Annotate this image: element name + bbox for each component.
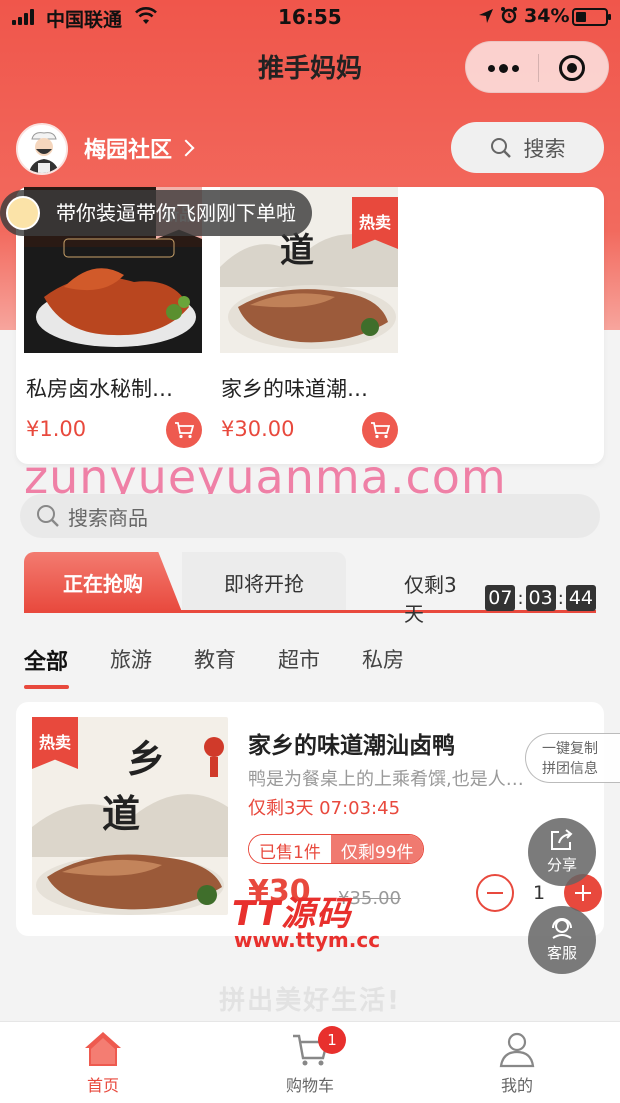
svg-text:道: 道 [102,791,140,836]
tab-ongoing[interactable]: 正在抢购 [24,552,182,612]
share-label: 分享 [546,856,577,874]
countdown: 仅剩3天 07 : 03 : 44 [404,569,596,627]
battery-percent: 34% [524,5,570,27]
quantity-value: 1 [533,882,546,904]
sold-count: 已售1件 [249,835,331,863]
carrier-label: 中国联通 [46,9,123,31]
more-dots-icon[interactable] [488,64,519,73]
category-tabs: 全部 旅游 教育 超市 私房 [24,644,404,676]
tabbar-mine[interactable]: 我的 [457,1030,577,1096]
remaining-count: 仅剩99件 [330,835,424,863]
community-avatar[interactable] [16,123,68,175]
location-arrow-icon [479,9,493,23]
status-bar: 中国联通 16:55 34% [0,0,620,34]
category-travel[interactable]: 旅游 [110,644,152,676]
countdown-separator: : [557,587,564,609]
battery-icon [572,8,611,26]
search-icon [490,137,511,158]
product-name[interactable]: 家乡的味道潮… [221,373,368,403]
countdown-label: 仅剩3天 [404,573,457,626]
community-name: 梅园社区 [84,138,173,163]
category-all[interactable]: 全部 [24,644,68,676]
add-to-cart-button[interactable] [166,412,202,448]
deal-title[interactable]: 家乡的味道潮汕卤鸭 [248,726,455,760]
headset-icon [552,918,572,939]
search-icon [37,505,59,527]
capsule-divider [538,54,539,82]
category-underline [24,685,69,689]
countdown-minutes: 03 [525,585,556,611]
signal-icon [12,9,34,25]
service-label: 客服 [546,944,577,962]
flash-sale-tabs: 即将开抢 正在抢购 仅剩3天 07 : 03 : 44 [24,552,596,626]
buyer-avatar [6,196,40,230]
countdown-hours: 07 [485,585,516,611]
miniprogram-capsule [465,41,609,93]
product-name[interactable]: 私房卤水秘制… [26,373,173,403]
countdown-separator: : [517,587,524,609]
tabbar-home-label: 首页 [86,1076,119,1095]
tabbar-cart-label: 购物车 [285,1076,334,1095]
add-to-cart-button[interactable] [362,412,398,448]
tabbar-mine-label: 我的 [500,1076,533,1095]
cart-icon [371,422,390,439]
user-icon [499,1032,535,1068]
stock-badge: 已售1件 仅剩99件 [248,834,425,864]
home-icon [85,1032,121,1066]
wifi-icon [135,7,157,24]
bottom-tab-bar: 首页 1 购物车 我的 [0,1021,620,1103]
share-button[interactable]: 分享 [528,818,596,886]
slogan: 拼出美好生活! [219,986,401,1016]
countdown-seconds: 44 [565,585,596,611]
svg-text:乡: 乡 [127,736,165,781]
copy-line-2: 拼团信息 [542,761,598,777]
cart-icon [175,422,194,439]
deal-countdown: 仅剩3天 07:03:45 [248,798,401,819]
community-selector[interactable]: 梅园社区 [84,132,195,164]
category-education[interactable]: 教育 [194,644,236,676]
target-circle-icon[interactable] [559,55,585,81]
search-label: 搜索 [523,136,566,161]
tab-upcoming[interactable]: 即将开抢 [182,552,346,612]
toast-text: 带你装逼带你飞刚刚下单啦 [56,201,296,225]
copy-line-1: 一键复制 [542,741,598,757]
clock: 16:55 [278,5,342,29]
product-price: ¥30.00 [221,417,295,441]
quantity-decrease-button[interactable] [476,874,514,912]
tabbar-home[interactable]: 首页 [43,1030,163,1096]
brand-watermark-url: www.ttym.cc [234,928,381,952]
goods-search-input[interactable]: 搜索商品 [20,494,600,538]
svg-text:道: 道 [280,231,314,271]
category-supermarket[interactable]: 超市 [278,644,320,676]
share-icon [551,829,573,850]
alarm-icon [501,7,517,24]
category-private-kitchen[interactable]: 私房 [362,644,404,676]
search-button[interactable]: 搜索 [451,122,604,173]
chevron-right-icon [177,139,195,157]
cart-badge: 1 [318,1026,346,1054]
customer-service-button[interactable]: 客服 [528,906,596,974]
goods-search-placeholder: 搜索商品 [68,505,148,530]
tabbar-cart[interactable]: 1 购物车 [250,1026,370,1096]
battery-level [576,12,586,22]
product-price: ¥1.00 [26,417,87,441]
copy-group-info-button[interactable]: 一键复制 拼团信息 [525,733,620,783]
order-toast: 带你装逼带你飞刚刚下单啦 [0,190,312,236]
